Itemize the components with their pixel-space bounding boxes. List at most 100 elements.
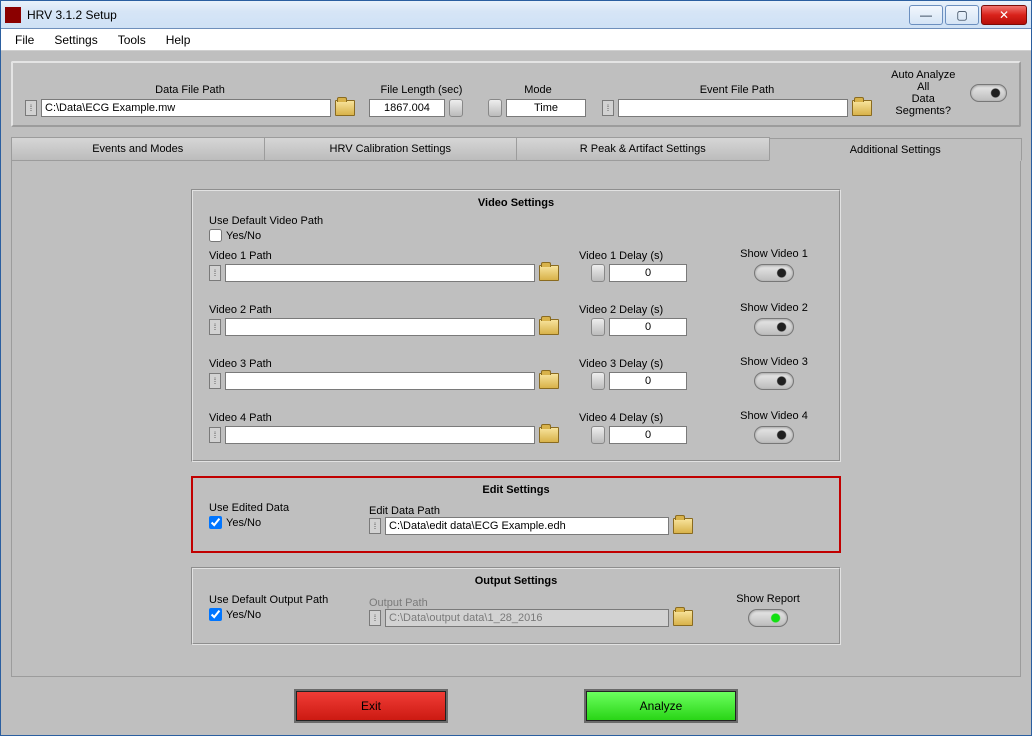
show-report-toggle[interactable] <box>748 609 788 627</box>
output-path-label: Output Path <box>369 597 693 609</box>
data-file-label: Data File Path <box>25 84 355 96</box>
tab-additional-settings[interactable]: Additional Settings <box>769 138 1023 161</box>
video3-delay-col: Video 3 Delay (s) <box>579 358 699 390</box>
folder-icon[interactable] <box>539 319 559 335</box>
video4-delay-input[interactable] <box>609 426 687 444</box>
video3-path-label: Video 3 Path <box>209 358 559 370</box>
event-file-input[interactable] <box>618 99 848 117</box>
use-default-video-label: Use Default Video Path <box>209 215 823 227</box>
use-edited-checkbox[interactable] <box>209 516 222 529</box>
close-button[interactable]: ✕ <box>981 5 1027 25</box>
video1-path-label: Video 1 Path <box>209 250 559 262</box>
video1-path-input[interactable] <box>225 264 535 282</box>
client-area: Data File Path ⁞ File Length (sec) Mode <box>1 51 1031 735</box>
video3-delay-label: Video 3 Delay (s) <box>579 358 699 370</box>
path-handle-icon[interactable]: ⁞ <box>209 319 221 335</box>
use-default-video-block: Use Default Video Path Yes/No <box>209 215 823 242</box>
output-path-block: Output Path ⁞ <box>369 597 693 627</box>
edit-path-label: Edit Data Path <box>369 505 693 517</box>
video1-show-toggle[interactable] <box>754 264 794 282</box>
folder-icon[interactable] <box>673 610 693 626</box>
tab-r-peak-artifact[interactable]: R Peak & Artifact Settings <box>516 137 770 160</box>
video4-delay-spinner[interactable] <box>591 426 605 444</box>
footer: Exit Analyze <box>11 677 1021 735</box>
event-file-row: ⁞ <box>602 99 872 117</box>
file-length-spinner[interactable] <box>449 99 463 117</box>
menu-help[interactable]: Help <box>158 31 199 49</box>
top-settings-panel: Data File Path ⁞ File Length (sec) Mode <box>11 61 1021 127</box>
path-handle-icon[interactable]: ⁞ <box>602 100 614 116</box>
auto-analyze-toggle[interactable] <box>970 84 1007 102</box>
tab-hrv-calibration[interactable]: HRV Calibration Settings <box>264 137 518 160</box>
video4-show-label: Show Video 4 <box>740 410 808 422</box>
video3-show-toggle[interactable] <box>754 372 794 390</box>
video1-delay-spinner[interactable] <box>591 264 605 282</box>
video3-path-input[interactable] <box>225 372 535 390</box>
exit-button[interactable]: Exit <box>296 691 446 721</box>
yesno-label: Yes/No <box>226 230 261 242</box>
path-handle-icon[interactable]: ⁞ <box>209 373 221 389</box>
video4-path-input[interactable] <box>225 426 535 444</box>
video-grid: Video 1 Path ⁞ Video 1 Delay (s) <box>209 248 823 444</box>
video2-delay-col: Video 2 Delay (s) <box>579 304 699 336</box>
edit-settings-group: Edit Settings Use Edited Data Yes/No Edi… <box>191 476 841 553</box>
use-default-output-checkbox[interactable] <box>209 608 222 621</box>
app-window: HRV 3.1.2 Setup — ▢ ✕ File Settings Tool… <box>0 0 1032 736</box>
folder-icon[interactable] <box>539 427 559 443</box>
folder-icon[interactable] <box>539 373 559 389</box>
file-length-input[interactable] <box>369 99 445 117</box>
video1-delay-col: Video 1 Delay (s) <box>579 250 699 282</box>
video3-delay-input[interactable] <box>609 372 687 390</box>
show-report-label: Show Report <box>736 593 800 605</box>
video2-show-toggle[interactable] <box>754 318 794 336</box>
edit-path-input[interactable] <box>385 517 669 535</box>
video3-show-col: Show Video 3 <box>719 356 829 390</box>
video4-show-toggle[interactable] <box>754 426 794 444</box>
folder-icon[interactable] <box>539 265 559 281</box>
edit-settings-title: Edit Settings <box>209 484 823 496</box>
analyze-button[interactable]: Analyze <box>586 691 736 721</box>
maximize-button[interactable]: ▢ <box>945 5 979 25</box>
path-handle-icon[interactable]: ⁞ <box>209 427 221 443</box>
menu-tools[interactable]: Tools <box>110 31 154 49</box>
mode-input[interactable] <box>506 99 586 117</box>
use-edited-label: Use Edited Data <box>209 502 349 514</box>
use-default-video-checkbox[interactable] <box>209 229 222 242</box>
menu-settings[interactable]: Settings <box>46 31 105 49</box>
data-file-col: Data File Path ⁞ <box>25 84 355 117</box>
event-file-col: Event File Path ⁞ <box>602 84 872 117</box>
menu-file[interactable]: File <box>7 31 42 49</box>
path-handle-icon[interactable]: ⁞ <box>369 518 381 534</box>
mode-spinner[interactable] <box>488 99 502 117</box>
tab-events-modes[interactable]: Events and Modes <box>11 137 265 160</box>
data-file-input[interactable] <box>41 99 331 117</box>
video2-delay-input[interactable] <box>609 318 687 336</box>
show-report-col: Show Report <box>713 593 823 627</box>
app-icon <box>5 7 21 23</box>
video3-delay-spinner[interactable] <box>591 372 605 390</box>
mode-col: Mode <box>488 84 588 117</box>
video2-show-col: Show Video 2 <box>719 302 829 336</box>
file-length-label: File Length (sec) <box>369 84 474 96</box>
video4-show-col: Show Video 4 <box>719 410 829 444</box>
yesno-label: Yes/No <box>226 517 261 529</box>
folder-icon[interactable] <box>852 100 872 116</box>
file-length-row <box>369 99 474 117</box>
folder-icon[interactable] <box>335 100 355 116</box>
video2-path-label: Video 2 Path <box>209 304 559 316</box>
path-handle-icon[interactable]: ⁞ <box>25 100 37 116</box>
video2-path-col: Video 2 Path ⁞ <box>209 304 559 336</box>
video2-path-input[interactable] <box>225 318 535 336</box>
path-handle-icon[interactable]: ⁞ <box>209 265 221 281</box>
minimize-button[interactable]: — <box>909 5 943 25</box>
video3-show-label: Show Video 3 <box>740 356 808 368</box>
video1-delay-input[interactable] <box>609 264 687 282</box>
folder-icon[interactable] <box>673 518 693 534</box>
use-default-video-check-row: Yes/No <box>209 229 823 242</box>
use-edited-block: Use Edited Data Yes/No <box>209 502 349 535</box>
video-settings-group: Video Settings Use Default Video Path Ye… <box>191 189 841 462</box>
tab-strip: Events and Modes HRV Calibration Setting… <box>11 137 1021 161</box>
video1-delay-label: Video 1 Delay (s) <box>579 250 699 262</box>
video2-delay-spinner[interactable] <box>591 318 605 336</box>
mode-label: Mode <box>488 84 588 96</box>
